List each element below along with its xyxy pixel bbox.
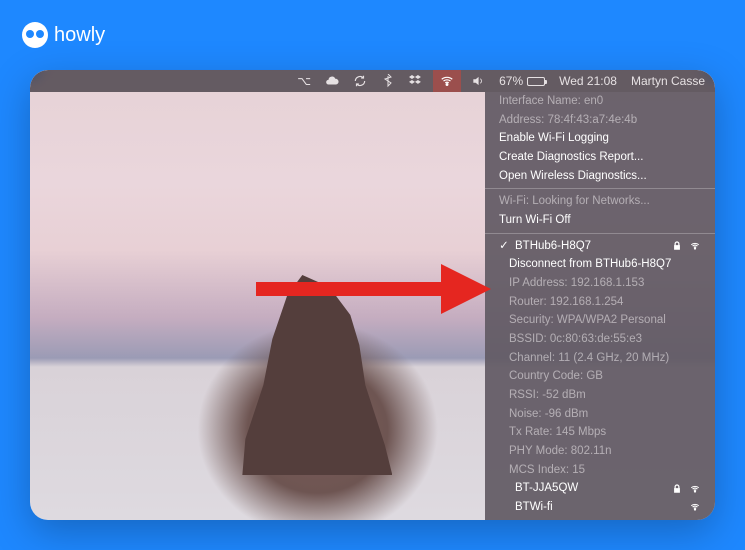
lock-icon: [671, 483, 683, 495]
network-item[interactable]: BTWifi-X: [485, 517, 715, 520]
create-diagnostics-report[interactable]: Create Diagnostics Report...: [485, 148, 715, 167]
wifi-noise: Noise: -96 dBm: [485, 405, 715, 424]
network-item[interactable]: BTWi-fi: [485, 498, 715, 517]
menu-divider: [485, 188, 715, 189]
network-item[interactable]: BT-JJA5QW: [485, 479, 715, 498]
battery-indicator[interactable]: 67%: [499, 74, 545, 88]
wifi-mac-address: Address: 78:4f:43:a7:4e:4b: [485, 111, 715, 130]
macos-menubar: ⌥ 67% Wed 21:08 Martyn Casse: [30, 70, 715, 92]
checkmark-icon: ✓: [499, 238, 509, 255]
wifi-channel: Channel: 11 (2.4 GHz, 20 MHz): [485, 349, 715, 368]
menu-divider: [485, 233, 715, 234]
wifi-security: Security: WPA/WPA2 Personal: [485, 311, 715, 330]
cloud-icon[interactable]: [325, 74, 339, 88]
enable-wifi-logging[interactable]: Enable Wi-Fi Logging: [485, 129, 715, 148]
dropbox-icon[interactable]: [409, 74, 423, 88]
menu-text-icon[interactable]: ⌥: [297, 74, 311, 88]
wifi-ip: IP Address: 192.168.1.153: [485, 274, 715, 293]
disconnect-network[interactable]: Disconnect from BTHub6-H8Q7: [485, 255, 715, 274]
open-wireless-diagnostics[interactable]: Open Wireless Diagnostics...: [485, 167, 715, 186]
brand-logo: howly: [22, 22, 105, 48]
owl-icon: [22, 22, 48, 48]
wifi-country: Country Code: GB: [485, 367, 715, 386]
volume-icon[interactable]: [471, 74, 485, 88]
wifi-bssid: BSSID: 0c:80:63:de:55:e3: [485, 330, 715, 349]
wifi-menubar-icon[interactable]: [433, 70, 461, 92]
lock-icon: [671, 240, 683, 252]
wifi-icon: [689, 240, 701, 252]
connected-network[interactable]: ✓ BTHub6-H8Q7: [485, 237, 715, 256]
sync-icon[interactable]: [353, 74, 367, 88]
rock-formation: [242, 275, 392, 475]
wifi-looking: Wi-Fi: Looking for Networks...: [485, 192, 715, 211]
wifi-rssi: RSSI: -52 dBm: [485, 386, 715, 405]
menubar-user[interactable]: Martyn Casse: [631, 74, 705, 88]
battery-pct: 67%: [499, 74, 523, 88]
wifi-icon: [689, 501, 701, 513]
wifi-mcs: MCS Index: 15: [485, 461, 715, 480]
wifi-phy: PHY Mode: 802.11n: [485, 442, 715, 461]
wifi-interface-name: Interface Name: en0: [485, 92, 715, 111]
battery-icon: [527, 77, 545, 86]
menubar-datetime[interactable]: Wed 21:08: [559, 74, 617, 88]
wifi-dropdown: Interface Name: en0 Address: 78:4f:43:a7…: [485, 92, 715, 520]
wifi-router: Router: 192.168.1.254: [485, 293, 715, 312]
wifi-icon: [689, 483, 701, 495]
brand-name: howly: [54, 24, 105, 47]
turn-wifi-off[interactable]: Turn Wi-Fi Off: [485, 211, 715, 230]
bluetooth-icon[interactable]: [381, 74, 395, 88]
screenshot-frame: ⌥ 67% Wed 21:08 Martyn Casse Interface N…: [30, 70, 715, 520]
wifi-txrate: Tx Rate: 145 Mbps: [485, 423, 715, 442]
